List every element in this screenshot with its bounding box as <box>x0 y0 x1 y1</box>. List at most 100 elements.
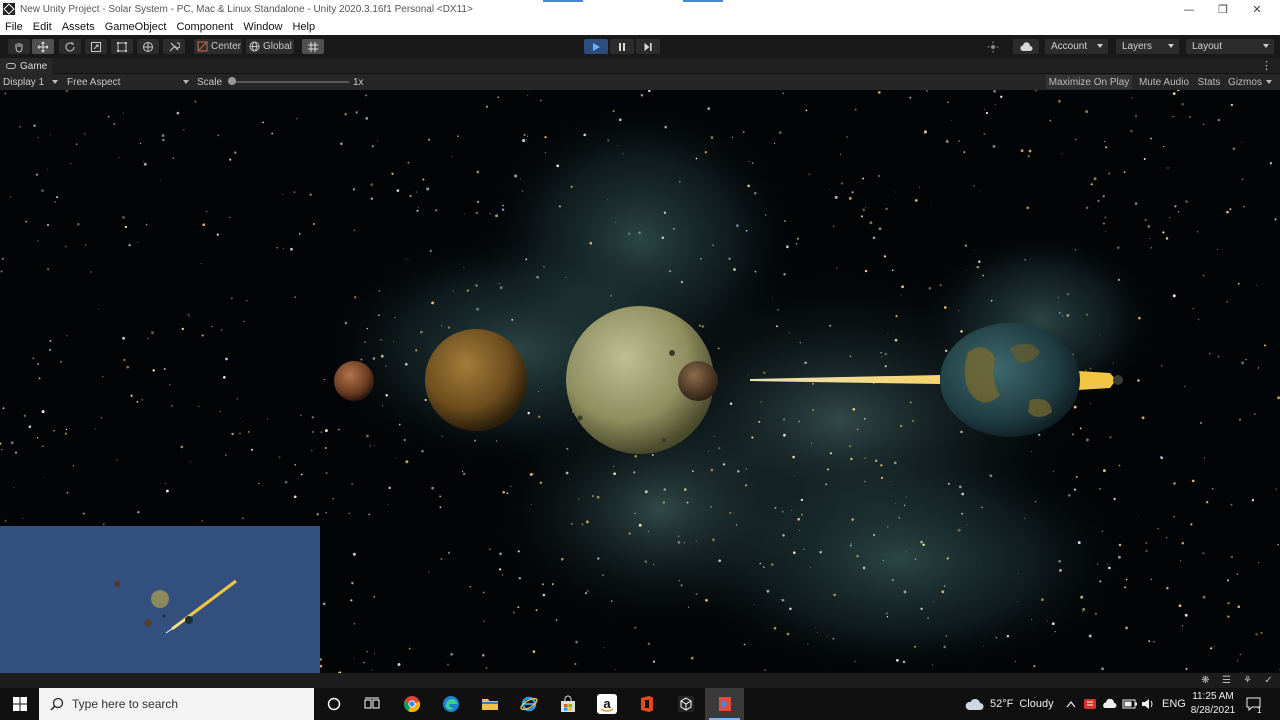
close-button[interactable]: ✕ <box>1240 0 1274 18</box>
menu-file[interactable]: File <box>0 21 28 33</box>
custom-tool-button[interactable] <box>163 39 185 54</box>
network-icon[interactable]: ⚘ <box>1241 674 1254 687</box>
tab-game[interactable]: Game <box>0 58 52 74</box>
display-dropdown[interactable]: Display 1 <box>3 74 59 90</box>
hand-icon <box>15 42 23 53</box>
star <box>633 471 636 474</box>
star <box>1237 605 1241 609</box>
star <box>469 585 471 588</box>
office-taskbar-icon[interactable] <box>627 688 666 720</box>
scale-slider-track[interactable] <box>231 81 349 83</box>
pause-button[interactable] <box>610 39 634 54</box>
layout-dropdown[interactable]: Layout <box>1186 39 1274 54</box>
store-taskbar-icon[interactable] <box>548 688 587 720</box>
menu-edit[interactable]: Edit <box>28 21 57 33</box>
onedrive-tray-icon[interactable] <box>1101 688 1117 720</box>
unity-editor-taskbar-icon[interactable] <box>705 688 744 720</box>
aspect-dropdown[interactable]: Free Aspect <box>67 74 189 90</box>
transform-tool-button[interactable] <box>137 39 159 54</box>
planet-earth[interactable] <box>940 323 1080 437</box>
layers-dropdown[interactable]: Layers <box>1116 39 1179 54</box>
progress-check-icon[interactable]: ✓ <box>1262 674 1275 687</box>
chrome-taskbar-icon[interactable] <box>392 688 431 720</box>
unity-hub-taskbar-icon[interactable] <box>666 688 705 720</box>
moon[interactable] <box>678 361 718 401</box>
space-global-toggle[interactable]: Global <box>246 39 294 54</box>
step-button[interactable] <box>636 39 660 54</box>
planet-venus[interactable] <box>425 329 527 431</box>
window-title-bar[interactable]: New Unity Project - Solar System - PC, M… <box>0 0 1280 18</box>
more-options-icon[interactable]: ⋮ <box>1261 59 1272 72</box>
star <box>498 282 500 285</box>
menu-window[interactable]: Window <box>238 21 287 33</box>
star <box>344 321 348 325</box>
pivot-center-toggle[interactable]: Center <box>194 39 242 54</box>
star <box>731 136 734 138</box>
account-dropdown[interactable]: Account <box>1045 39 1108 54</box>
star <box>476 170 480 174</box>
menu-component[interactable]: Component <box>171 21 238 33</box>
cloud-services-button[interactable] <box>1013 39 1039 54</box>
stats-toggle[interactable]: Stats <box>1195 75 1223 89</box>
system-clock[interactable]: 11:25 AM 8/28/2021 <box>1186 690 1240 718</box>
cortana-button[interactable] <box>314 688 353 720</box>
scale-tool-button[interactable] <box>85 39 107 54</box>
file-explorer-taskbar-icon[interactable] <box>470 688 509 720</box>
star <box>745 468 747 470</box>
play-button[interactable] <box>584 39 608 54</box>
star <box>1230 503 1233 506</box>
rotate-tool-button[interactable] <box>59 39 81 54</box>
hand-tool-button[interactable] <box>8 39 30 54</box>
language-indicator[interactable]: ENG <box>1162 688 1186 720</box>
mute-audio-toggle[interactable]: Mute Audio <box>1136 75 1192 89</box>
star <box>884 352 888 356</box>
gizmos-dropdown[interactable] <box>1266 74 1272 90</box>
collab-button[interactable] <box>982 39 1004 54</box>
battery-tray-icon[interactable] <box>1122 688 1138 720</box>
star <box>1020 149 1024 153</box>
move-tool-button[interactable] <box>32 39 54 54</box>
grid-snap-button[interactable] <box>302 39 324 54</box>
minimize-button[interactable]: — <box>1172 0 1206 18</box>
menu-assets[interactable]: Assets <box>57 21 100 33</box>
speaker-icon <box>1142 699 1153 709</box>
weather-widget[interactable]: 52°F Cloudy <box>964 688 1054 720</box>
star <box>417 207 419 209</box>
star <box>1134 202 1138 206</box>
scale-icon <box>91 41 101 52</box>
edge-taskbar-icon[interactable] <box>431 688 470 720</box>
start-button[interactable] <box>0 688 39 720</box>
action-center-button[interactable]: 1 <box>1246 688 1262 720</box>
star <box>380 354 384 358</box>
task-view-button[interactable] <box>352 688 391 720</box>
auto-generate-lighting-icon[interactable]: ❋ <box>1199 674 1212 687</box>
star <box>1181 625 1184 627</box>
taskbar-search-box[interactable]: Type here to search <box>39 688 314 720</box>
gizmos-toggle[interactable]: Gizmos <box>1226 75 1264 89</box>
star <box>527 94 529 96</box>
star <box>1209 352 1211 355</box>
star <box>381 405 384 407</box>
volume-tray-icon[interactable] <box>1141 688 1155 720</box>
minimap-planet-earth <box>185 616 193 624</box>
scale-slider-handle[interactable] <box>228 77 236 85</box>
maximize-on-play-toggle[interactable]: Maximize On Play <box>1046 75 1132 89</box>
star <box>1093 177 1097 181</box>
menu-gameobject[interactable]: GameObject <box>100 21 172 33</box>
minimap-camera-view[interactable] <box>0 526 320 673</box>
star <box>653 563 655 566</box>
star <box>324 378 326 381</box>
star <box>840 153 842 155</box>
amazon-taskbar-icon[interactable]: a <box>587 688 626 720</box>
planet-mars[interactable] <box>334 361 374 401</box>
show-hidden-icons-button[interactable] <box>1066 688 1076 720</box>
cache-server-icon[interactable]: ☰ <box>1220 674 1233 687</box>
maximize-button[interactable]: ❐ <box>1206 0 1240 18</box>
game-view[interactable] <box>0 90 1280 673</box>
tray-app-icon[interactable] <box>1083 688 1097 720</box>
star <box>786 632 790 636</box>
star <box>463 266 465 268</box>
menu-help[interactable]: Help <box>287 21 320 33</box>
rect-tool-button[interactable] <box>111 39 133 54</box>
ie-taskbar-icon[interactable] <box>509 688 548 720</box>
